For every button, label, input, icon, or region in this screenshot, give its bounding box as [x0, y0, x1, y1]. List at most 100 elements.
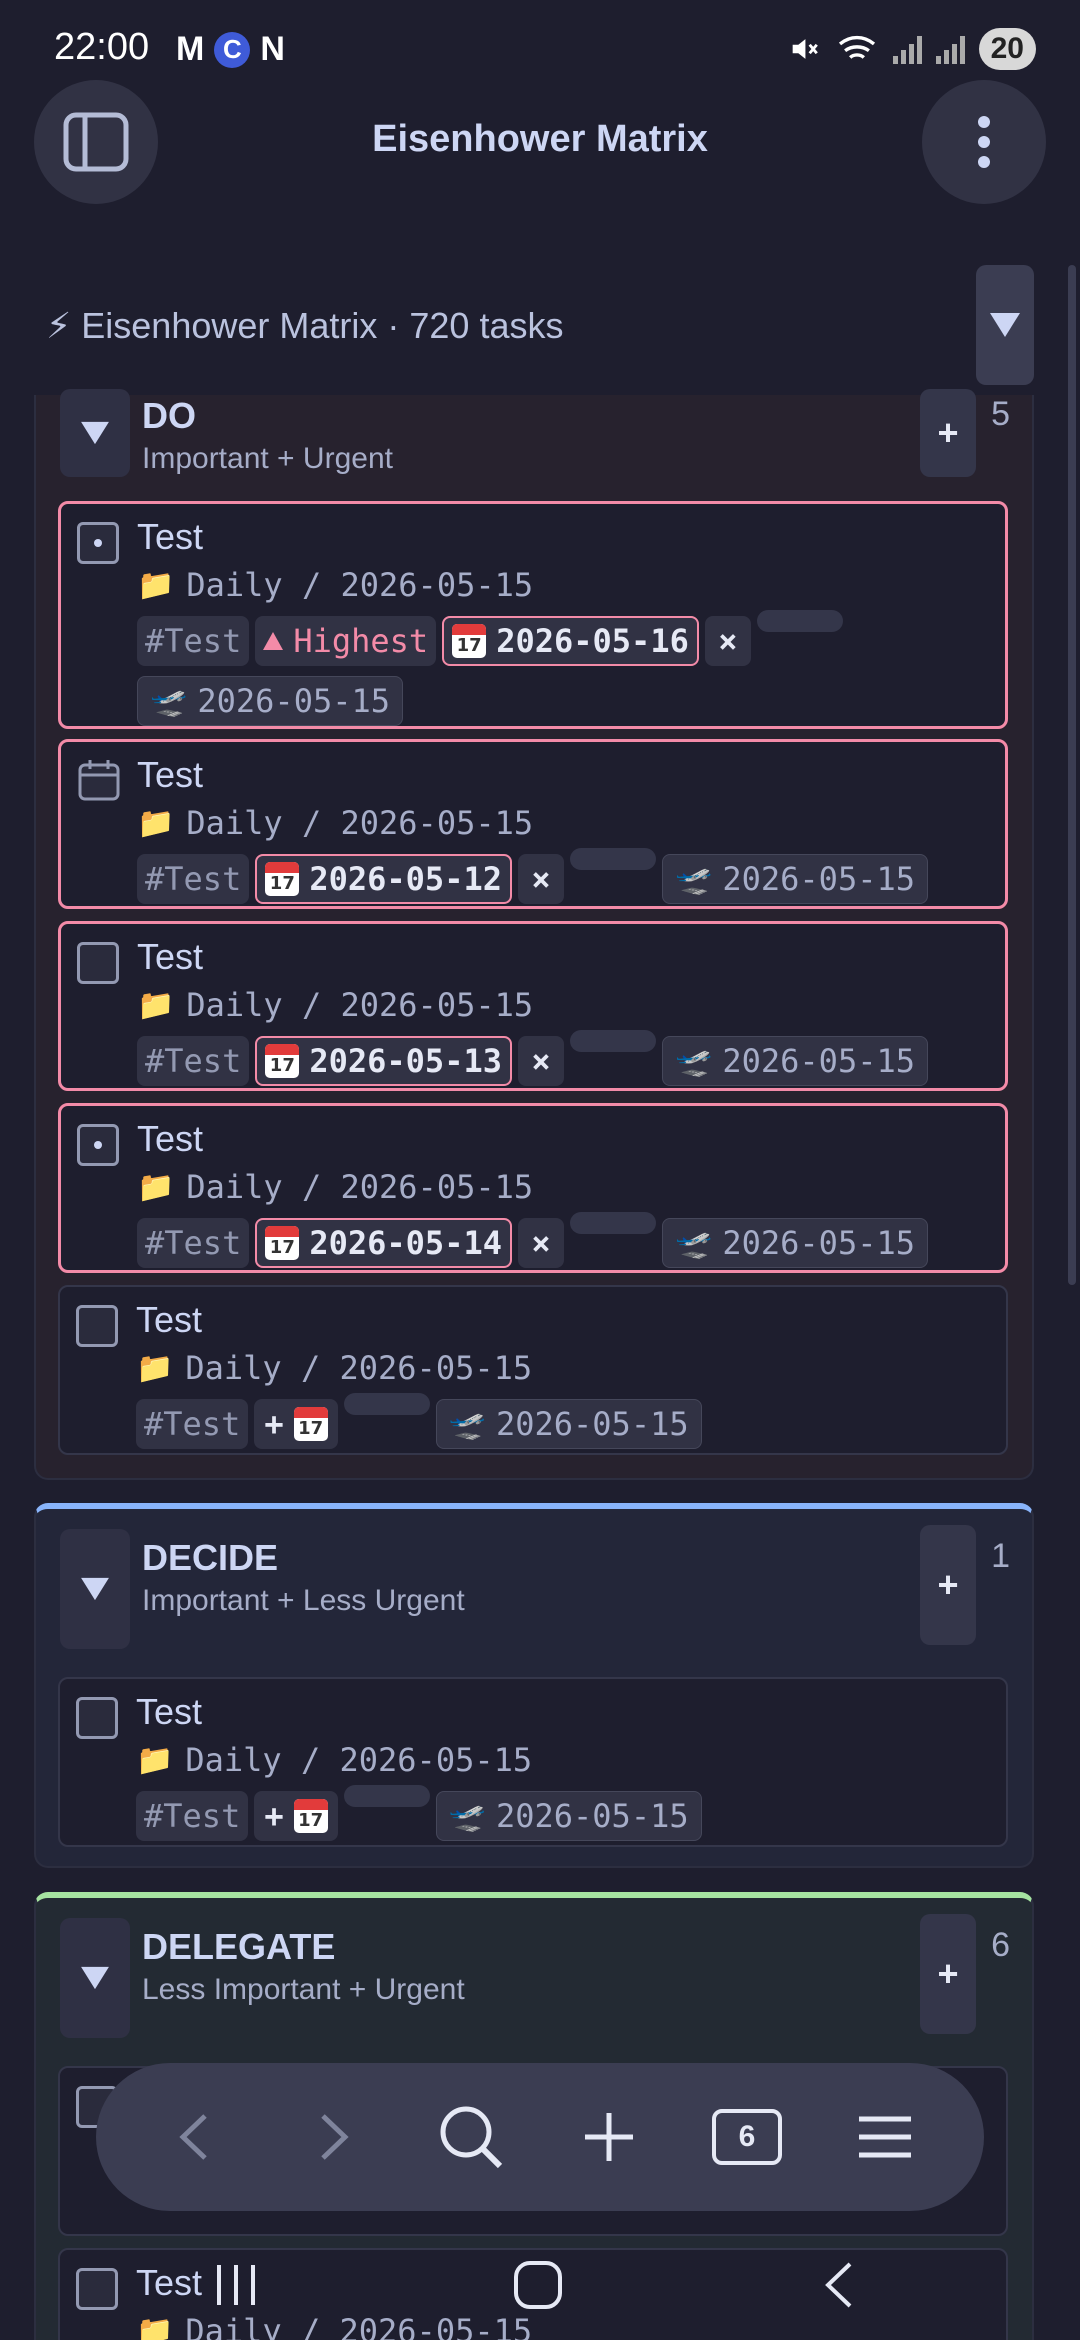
tag-chip[interactable]: #Test: [137, 616, 250, 666]
home-icon: [514, 2261, 562, 2309]
system-nav-bar: [0, 2240, 1080, 2340]
chevron-left-icon: [179, 2114, 207, 2160]
scrollbar[interactable]: [1068, 265, 1076, 1285]
signal-icon-2: [935, 34, 965, 64]
task-card[interactable]: Test 📁 Daily / 2026-05-15 #Test + 17 🛫 2…: [58, 1677, 1008, 1847]
airplane-icon: 🛫: [674, 1225, 713, 1261]
clear-due-button[interactable]: ×: [517, 1036, 564, 1086]
forward-button[interactable]: [283, 2087, 383, 2187]
tab-count: 6: [712, 2109, 782, 2165]
section-collapse-toggle[interactable]: [60, 1918, 130, 2038]
created-date-chip[interactable]: 🛫 2026-05-15: [435, 1399, 702, 1449]
clear-due-button[interactable]: ×: [517, 854, 564, 904]
created-date-chip[interactable]: 🛫 2026-05-15: [661, 854, 928, 904]
due-date-chip[interactable]: 17 2026-05-14: [255, 1218, 512, 1268]
section-collapse-toggle[interactable]: [60, 1529, 130, 1649]
calendar-icon: 17: [265, 1044, 300, 1078]
task-title: Test: [136, 1691, 203, 1732]
created-date-chip[interactable]: 🛫 2026-05-15: [435, 1791, 702, 1841]
add-task-button[interactable]: +: [920, 1525, 976, 1645]
task-path: 📁 Daily / 2026-05-15: [137, 986, 534, 1024]
section-subtitle: Important + Urgent: [142, 442, 393, 475]
add-due-date-button[interactable]: + 17: [254, 1399, 338, 1449]
new-tab-button[interactable]: [559, 2087, 659, 2187]
section-name: DECIDE: [142, 1537, 279, 1578]
chevron-right-icon: [321, 2114, 349, 2160]
tabs-button[interactable]: 6: [697, 2087, 797, 2187]
task-card[interactable]: Test 📁 Daily / 2026-05-15 #Test + 17 🛫 2…: [58, 1285, 1008, 1455]
task-title: Test: [137, 754, 204, 795]
folder-icon: 📁: [136, 1742, 174, 1778]
task-chips: #Test 17 2026-05-12 × 🛫 2026-05-15: [137, 848, 928, 904]
recent-apps-icon: [217, 2265, 255, 2305]
wifi-icon: [838, 35, 875, 59]
priority-chip[interactable]: Highest: [255, 616, 437, 666]
section-count: 1: [991, 1537, 1010, 1575]
clear-due-button[interactable]: ×: [517, 1218, 564, 1268]
task-card[interactable]: Test 📁 Daily / 2026-05-15 #Test 17 2026-…: [58, 739, 1008, 909]
more-options-button[interactable]: [922, 80, 1046, 204]
task-checkbox[interactable]: [77, 942, 119, 984]
collapse-all-button[interactable]: [976, 265, 1034, 385]
task-card[interactable]: Test 📁 Daily / 2026-05-15 #Test Highest …: [58, 501, 1008, 729]
back-button[interactable]: [145, 2087, 245, 2187]
signal-icon: [892, 34, 922, 64]
add-due-date-button[interactable]: + 17: [254, 1791, 338, 1841]
search-icon: [440, 2106, 503, 2169]
add-task-button[interactable]: +: [920, 389, 976, 477]
section-header: DELEGATE Less Important + Urgent + 6: [36, 1898, 1032, 2038]
due-date-chip[interactable]: 17 2026-05-12: [255, 854, 512, 904]
task-chips: #Test 17 2026-05-14 × 🛫 2026-05-15: [137, 1212, 928, 1268]
task-checkbox[interactable]: [77, 522, 119, 564]
menu-button[interactable]: [835, 2087, 935, 2187]
due-date-chip[interactable]: 17 2026-05-16: [442, 616, 699, 666]
task-card[interactable]: Test 📁 Daily / 2026-05-15 #Test 17 2026-…: [58, 1103, 1008, 1273]
task-chips-row2: 🛫 2026-05-15: [137, 676, 404, 726]
airplane-icon: 🛫: [448, 1406, 486, 1442]
search-button[interactable]: [421, 2087, 521, 2187]
empty-field: [569, 1212, 656, 1234]
status-indicators: 20: [787, 28, 1036, 70]
task-path: 📁 Daily / 2026-05-15: [137, 566, 534, 604]
matrix-title: ⚡ Eisenhower Matrix · 720 tasks: [46, 305, 564, 346]
status-app-icons: M C N: [176, 30, 285, 69]
airplane-icon: 🛫: [150, 683, 188, 719]
tag-chip[interactable]: #Test: [136, 1791, 249, 1841]
created-date-chip[interactable]: 🛫 2026-05-15: [661, 1218, 928, 1268]
airplane-icon: 🛫: [674, 861, 713, 897]
task-checkbox[interactable]: [76, 1305, 118, 1347]
task-chips: #Test Highest 17 2026-05-16 ×: [137, 610, 843, 666]
folder-icon: 📁: [137, 987, 175, 1023]
more-vertical-icon: [978, 116, 990, 168]
created-date-chip[interactable]: 🛫 2026-05-15: [661, 1036, 928, 1086]
add-task-button[interactable]: +: [920, 1914, 976, 2034]
created-date-chip[interactable]: 🛫 2026-05-15: [137, 676, 404, 726]
page-title: Eisenhower Matrix: [372, 118, 708, 160]
empty-field: [569, 848, 656, 870]
task-card[interactable]: Test 📁 Daily / 2026-05-15 #Test 17 2026-…: [58, 921, 1008, 1091]
due-date-chip[interactable]: 17 2026-05-13: [255, 1036, 512, 1086]
task-path: 📁 Daily / 2026-05-15: [136, 1349, 533, 1387]
section-collapse-toggle[interactable]: [60, 389, 130, 477]
task-title: Test: [136, 1299, 203, 1340]
section-subtitle: Important + Less Urgent: [142, 1584, 465, 1617]
tag-chip[interactable]: #Test: [137, 1218, 250, 1268]
recent-apps-button[interactable]: [196, 2250, 276, 2320]
mute-icon: [792, 39, 818, 59]
scheduled-calendar-icon[interactable]: [77, 758, 121, 802]
tag-chip[interactable]: #Test: [136, 1399, 249, 1449]
section-header: DECIDE Important + Less Urgent + 1: [36, 1509, 1032, 1649]
triangle-down-icon: [81, 421, 109, 445]
tag-chip[interactable]: #Test: [137, 1036, 250, 1086]
clear-due-button[interactable]: ×: [704, 616, 751, 666]
battery-indicator: 20: [978, 28, 1036, 70]
empty-field: [756, 610, 843, 632]
home-button[interactable]: [498, 2250, 578, 2320]
section-count: 5: [991, 395, 1010, 433]
task-checkbox[interactable]: [77, 1124, 119, 1166]
tag-chip[interactable]: #Test: [137, 854, 250, 904]
system-back-button[interactable]: [800, 2250, 880, 2320]
task-checkbox[interactable]: [76, 1697, 118, 1739]
task-chips: #Test 17 2026-05-13 × 🛫 2026-05-15: [137, 1030, 928, 1086]
section-decide: DECIDE Important + Less Urgent + 1 Test …: [34, 1503, 1034, 1868]
